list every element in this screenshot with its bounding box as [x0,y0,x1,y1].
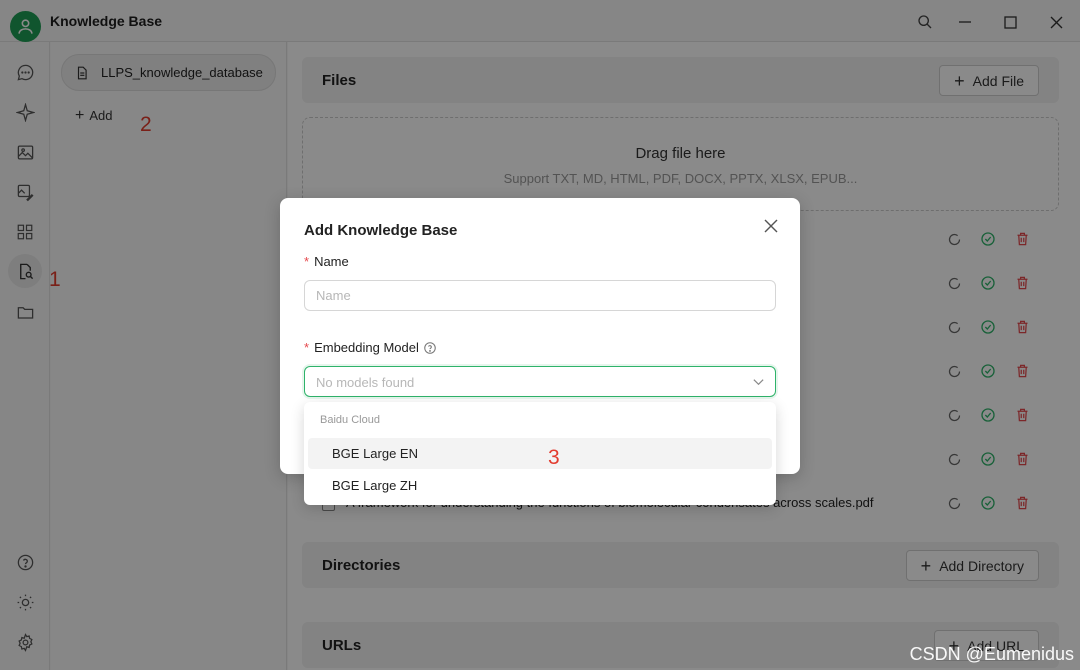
dialog-title: Add Knowledge Base [304,222,458,239]
name-label-text: Name [314,254,349,269]
chevron-down-icon [753,379,764,386]
required-mark: * [304,254,310,269]
watermark: CSDN @Eumenidus [909,644,1074,664]
dialog-close-button[interactable] [762,217,780,235]
name-field-label: * Name [304,254,349,269]
dropdown-option-bge-large-zh[interactable]: BGE Large ZH [308,470,772,501]
embedding-label-text: Embedding Model [314,340,419,355]
embedding-field-label: * Embedding Model [304,340,437,355]
required-mark: * [304,340,310,355]
annotation-3: 3 [548,446,560,469]
close-icon [764,219,778,233]
embedding-model-select[interactable]: No models found [304,366,776,397]
embedding-select-placeholder: No models found [316,375,415,390]
dropdown-group-label: Baidu Cloud [320,414,380,426]
embedding-model-dropdown: Baidu Cloud BGE Large EN BGE Large ZH [304,402,776,505]
name-input[interactable] [304,280,776,311]
dropdown-option-bge-large-en[interactable]: BGE Large EN [308,438,772,469]
help-icon[interactable] [423,341,437,355]
